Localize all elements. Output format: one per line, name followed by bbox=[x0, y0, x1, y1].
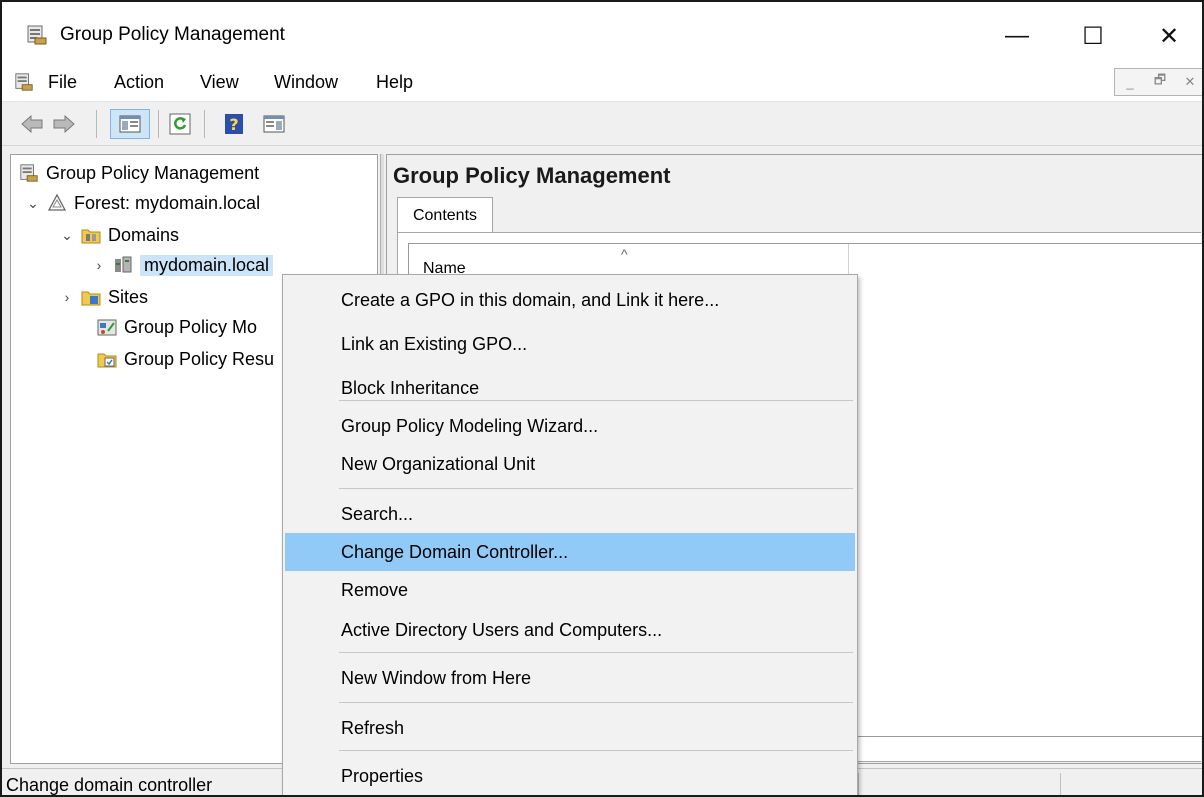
menu-action[interactable]: Action bbox=[114, 72, 164, 93]
close-button[interactable]: ✕ bbox=[1144, 16, 1194, 56]
tree-item-group-policy-results[interactable]: Group Policy Resu bbox=[97, 345, 274, 373]
back-arrow-icon[interactable] bbox=[20, 112, 44, 136]
chevron-down-icon[interactable]: ⌄ bbox=[25, 195, 41, 211]
menu-view[interactable]: View bbox=[200, 72, 239, 93]
window-title: Group Policy Management bbox=[60, 24, 285, 45]
menu-item-create-gpo[interactable]: Create a GPO in this domain, and Link it… bbox=[285, 281, 855, 319]
gpm-console-icon bbox=[19, 163, 39, 183]
menu-item-new-ou[interactable]: New Organizational Unit bbox=[285, 445, 855, 483]
status-divider bbox=[858, 773, 859, 795]
sort-ascending-icon: ^ bbox=[621, 246, 628, 262]
tree-item-label: Group Policy Management bbox=[46, 162, 260, 183]
refresh-icon[interactable] bbox=[168, 112, 192, 136]
context-menu: Create a GPO in this domain, and Link it… bbox=[282, 274, 858, 795]
tree-item-group-policy-management[interactable]: Group Policy Management bbox=[19, 159, 259, 187]
tree-item-label: mydomain.local bbox=[140, 254, 274, 276]
mdi-controls: _ 🗗 ✕ bbox=[1114, 68, 1202, 96]
toolbar: ? bbox=[2, 102, 1202, 146]
menu-item-search[interactable]: Search... bbox=[285, 495, 855, 533]
tree-item-label: Forest: mydomain.local bbox=[74, 192, 261, 213]
menu-window[interactable]: Window bbox=[274, 72, 338, 93]
system-menu-icon[interactable] bbox=[14, 72, 34, 92]
tree-item-label: Domains bbox=[108, 224, 180, 245]
minimize-button[interactable]: — bbox=[992, 16, 1042, 56]
tree-item-mydomain-local[interactable]: › mydomain.local bbox=[91, 251, 274, 279]
minimize-icon: — bbox=[1005, 22, 1029, 49]
tree-item-label: Group Policy Mo bbox=[124, 316, 258, 337]
show-hide-console-tree-icon[interactable] bbox=[110, 109, 150, 139]
menu-help[interactable]: Help bbox=[376, 72, 413, 93]
chevron-down-icon[interactable]: ⌄ bbox=[59, 227, 75, 243]
sites-folder-icon bbox=[81, 287, 101, 307]
maximize-icon: ☐ bbox=[1082, 22, 1104, 50]
svg-text:?: ? bbox=[229, 115, 238, 134]
menu-item-change-domain-controller[interactable]: Change Domain Controller... bbox=[285, 533, 855, 571]
details-title: Group Policy Management bbox=[393, 163, 671, 188]
toolbar-separator bbox=[204, 110, 205, 138]
chevron-right-icon[interactable]: › bbox=[91, 257, 107, 273]
tree-item-label: Sites bbox=[108, 286, 149, 307]
help-icon[interactable]: ? bbox=[222, 112, 246, 136]
chevron-right-icon[interactable]: › bbox=[59, 289, 75, 305]
menu-separator bbox=[339, 488, 853, 489]
forward-arrow-icon[interactable] bbox=[52, 112, 76, 136]
menu-item-remove[interactable]: Remove bbox=[285, 571, 855, 609]
menu-item-ad-users-computers[interactable]: Active Directory Users and Computers... bbox=[285, 611, 855, 649]
app-window: Group Policy Management — ☐ ✕ File Actio… bbox=[0, 0, 1204, 797]
menu-item-block-inheritance[interactable]: Block Inheritance bbox=[285, 369, 855, 407]
close-icon: ✕ bbox=[1158, 22, 1180, 50]
toolbar-separator bbox=[96, 110, 97, 138]
maximize-button[interactable]: ☐ bbox=[1068, 16, 1118, 56]
menu-separator bbox=[339, 400, 853, 401]
menu-item-refresh[interactable]: Refresh bbox=[285, 709, 855, 747]
mdi-minimize-icon[interactable]: _ bbox=[1115, 69, 1145, 95]
status-text: Change domain controller bbox=[6, 775, 213, 795]
tab-contents[interactable]: Contents bbox=[397, 197, 493, 233]
domains-folder-icon bbox=[81, 225, 101, 245]
domain-icon bbox=[113, 255, 133, 275]
mdi-restore-icon[interactable]: 🗗 bbox=[1145, 69, 1175, 95]
menu-bar: File Action View Window Help _ 🗗 ✕ bbox=[2, 62, 1202, 102]
forest-icon bbox=[47, 193, 67, 213]
modeling-icon bbox=[97, 317, 117, 337]
results-icon bbox=[97, 349, 117, 369]
menu-separator bbox=[339, 702, 853, 703]
tree-item-sites[interactable]: › Sites bbox=[59, 283, 148, 311]
menu-item-modeling-wizard[interactable]: Group Policy Modeling Wizard... bbox=[285, 407, 855, 445]
show-hide-action-pane-icon[interactable] bbox=[262, 112, 286, 136]
menu-separator bbox=[339, 652, 853, 653]
tree-item-forest[interactable]: ⌄ Forest: mydomain.local bbox=[25, 189, 260, 217]
title-bar[interactable]: Group Policy Management — ☐ ✕ bbox=[2, 2, 1202, 62]
menu-separator bbox=[339, 750, 853, 751]
menu-file[interactable]: File bbox=[48, 72, 77, 93]
menu-item-link-existing-gpo[interactable]: Link an Existing GPO... bbox=[285, 325, 855, 363]
mdi-close-icon[interactable]: ✕ bbox=[1175, 69, 1202, 95]
menu-item-new-window[interactable]: New Window from Here bbox=[285, 659, 855, 697]
gpm-app-icon bbox=[26, 24, 48, 46]
toolbar-separator bbox=[158, 110, 159, 138]
menu-item-properties[interactable]: Properties bbox=[285, 757, 855, 795]
tree-item-group-policy-modeling[interactable]: Group Policy Mo bbox=[97, 313, 257, 341]
tree-item-domains[interactable]: ⌄ Domains bbox=[59, 221, 179, 249]
tree-item-label: Group Policy Resu bbox=[124, 348, 275, 369]
status-divider bbox=[1060, 773, 1061, 795]
